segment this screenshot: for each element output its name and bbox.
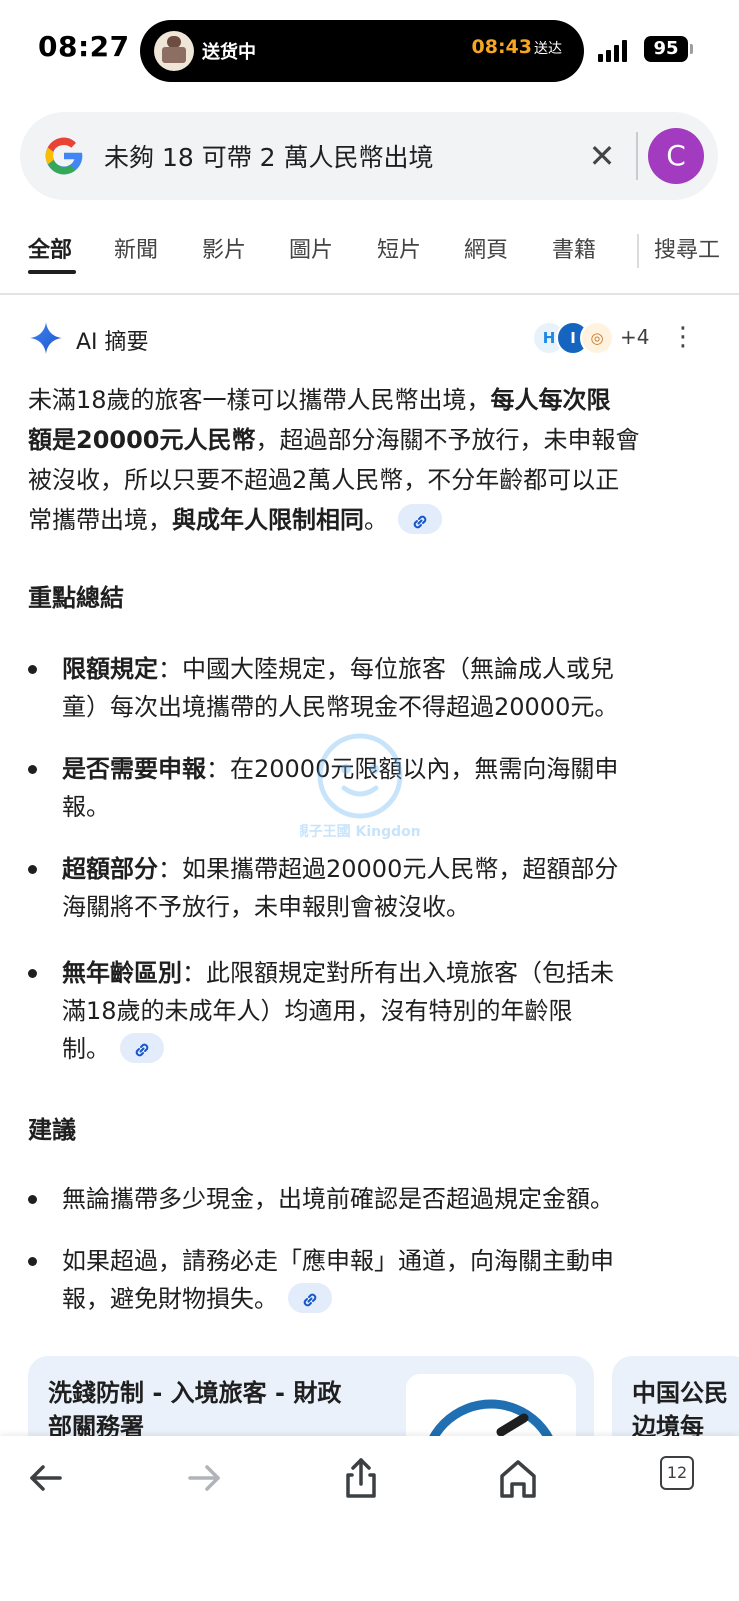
tab-books[interactable]: 書籍 (552, 232, 596, 264)
tab-videos[interactable]: 影片 (202, 232, 246, 264)
status-bar: 08:27 送货中 08:43 送达 95 (0, 0, 739, 100)
status-time: 08:27 (38, 30, 130, 63)
svg-text:親子王國 Kingdom: 親子王國 Kingdom (300, 823, 420, 840)
bullet-dot (28, 865, 37, 874)
link-icon (135, 1043, 149, 1057)
bullet-dot (28, 969, 37, 978)
bullet-dot (28, 1257, 37, 1266)
home-icon[interactable] (490, 1450, 546, 1506)
tab-search-tools[interactable]: 搜尋工 (654, 232, 720, 264)
more-sources-count[interactable]: +4 (620, 325, 649, 349)
gemini-sparkle-icon (30, 322, 62, 354)
advice-heading: 建議 (28, 1116, 76, 1144)
browser-toolbar: 12 (0, 1436, 739, 1601)
active-tab-indicator (28, 270, 76, 274)
bullet-dot (28, 765, 37, 774)
tab-all[interactable]: 全部 (28, 232, 72, 264)
back-arrow-icon[interactable] (18, 1450, 74, 1506)
search-query[interactable]: 未夠 18 可帶 2 萬人民幣出境 (104, 138, 434, 174)
forward-arrow-icon[interactable] (176, 1450, 232, 1506)
cellular-signal-icon (598, 38, 634, 62)
bullet-dot (28, 1195, 37, 1204)
citation-link-chip[interactable] (398, 504, 442, 534)
citation-link-chip[interactable] (288, 1283, 332, 1313)
ai-overview-intro: 未滿18歲的旅客一樣可以攜帶人民幣出境，每人每次限 額是20000元人民幣，超過… (28, 386, 640, 534)
citation-link-chip[interactable] (120, 1033, 164, 1063)
summary-heading: 重點總結 (28, 584, 124, 612)
clear-search-button[interactable]: ✕ (578, 132, 626, 180)
delivery-status: 送货中 (202, 42, 256, 63)
ai-overview-header: AI 摘要 H I ◎ +4 ⋮ (28, 318, 718, 358)
tabs-divider (0, 293, 739, 295)
dynamic-island[interactable]: 送货中 08:43 送达 (140, 20, 584, 82)
source-card-title[interactable]: 中国公民 边境每 (632, 1376, 728, 1444)
more-options-icon[interactable]: ⋮ (668, 318, 698, 358)
tab-images[interactable]: 圖片 (289, 232, 333, 264)
link-icon (413, 515, 427, 529)
search-divider (636, 132, 638, 180)
share-icon[interactable] (333, 1450, 389, 1506)
google-logo-icon (45, 137, 83, 175)
source-favicon[interactable]: ◎ (580, 321, 614, 355)
battery-cap (690, 44, 693, 54)
ai-sources[interactable]: H I ◎ +4 (532, 318, 662, 358)
link-icon (303, 1293, 317, 1307)
search-bar[interactable]: 未夠 18 可帶 2 萬人民幣出境 ✕ C (20, 112, 718, 200)
account-avatar[interactable]: C (648, 128, 704, 184)
bullet-dot (28, 665, 37, 674)
ai-overview-title: AI 摘要 (76, 330, 149, 355)
tab-news[interactable]: 新聞 (114, 232, 158, 264)
search-tabs: 全部 新聞 影片 圖片 短片 網頁 書籍 搜尋工 (0, 232, 739, 280)
delivery-eta: 08:43 送达 (471, 36, 562, 58)
battery-icon: 95 (644, 36, 688, 62)
source-card-title[interactable]: 洗錢防制 - 入境旅客 - 財政 部關務署 (48, 1376, 341, 1444)
delivery-rider-icon (154, 31, 194, 71)
tab-short-videos[interactable]: 短片 (377, 232, 421, 264)
tab-switcher-button[interactable]: 12 (660, 1456, 694, 1490)
tab-web[interactable]: 網頁 (464, 232, 508, 264)
kingdom-watermark-logo: 親子王國 Kingdom (300, 733, 420, 840)
tabs-separator (637, 234, 639, 268)
